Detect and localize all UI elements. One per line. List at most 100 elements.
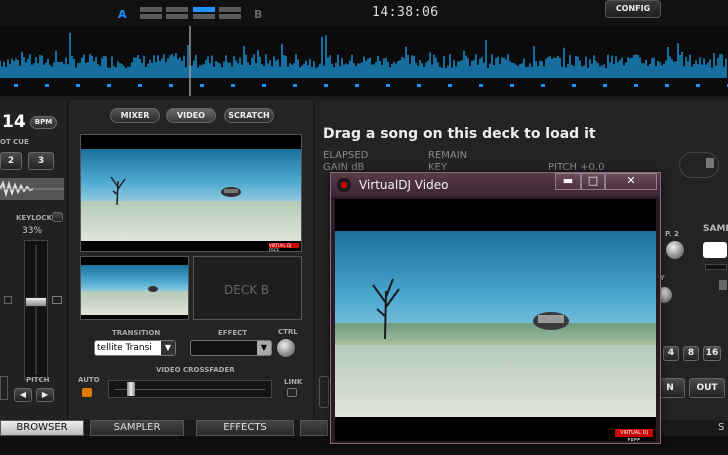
- transition-value: tellite Transi: [97, 343, 152, 353]
- clock: 14:38:06: [372, 5, 439, 20]
- video-window-title: VirtualDJ Video: [359, 178, 449, 192]
- deck-b-indicator[interactable]: B: [254, 8, 262, 21]
- waveform-graphic: [0, 26, 728, 96]
- lock-icon[interactable]: [706, 158, 714, 168]
- video-scene-graphic: [372, 278, 569, 340]
- page-button[interactable]: [140, 14, 162, 19]
- sampler-select[interactable]: [703, 242, 727, 258]
- beat-marker: [541, 84, 545, 87]
- transition-label: TRANSITION: [112, 329, 161, 337]
- beat-marker: [479, 84, 483, 87]
- minimize-button[interactable]: ▬: [555, 173, 581, 190]
- deck-a-indicator[interactable]: A: [118, 8, 127, 21]
- tab-video[interactable]: VIDEO: [166, 108, 216, 123]
- tab-scratch[interactable]: SCRATCH: [224, 108, 274, 123]
- pitch-bend-left-edge[interactable]: [0, 376, 8, 400]
- page-button[interactable]: [140, 7, 162, 12]
- deck-b-label: DECK B: [224, 283, 270, 297]
- p2-label: P. 2: [665, 230, 679, 238]
- keylock-label: KEYLOCK: [16, 214, 52, 222]
- waveform-peaks: [0, 32, 727, 78]
- bpm-button[interactable]: BPM: [30, 116, 57, 129]
- config-button[interactable]: CONFIG: [605, 0, 661, 18]
- ctrl-label: CTRL: [278, 328, 298, 336]
- tab-more[interactable]: [300, 420, 328, 436]
- pitch-label: PITCH: [26, 376, 50, 384]
- elapsed-label: ELAPSED: [323, 150, 369, 161]
- tab-mixer[interactable]: MIXER: [110, 108, 160, 123]
- pitch-reset-icon[interactable]: [52, 296, 62, 304]
- hotcue-2-button[interactable]: 2: [0, 152, 22, 170]
- loop-8-button[interactable]: 8: [683, 346, 699, 361]
- tab-browser[interactable]: BROWSER: [0, 420, 84, 436]
- beat-marker: [200, 84, 204, 87]
- loop-4-button[interactable]: 4: [663, 346, 679, 361]
- page-button[interactable]: [166, 14, 188, 19]
- beat-marker: [45, 84, 49, 87]
- auto-label: AUTO: [78, 376, 100, 384]
- tab-effects[interactable]: EFFECTS: [196, 420, 294, 436]
- vdj-logo: VIRTUAL DJ FREE: [269, 243, 299, 251]
- beat-marker: [138, 84, 142, 87]
- transition-select[interactable]: tellite Transi ▼: [94, 340, 176, 356]
- loop-out-button[interactable]: OUT: [689, 378, 725, 398]
- remain-label: REMAIN: [428, 150, 468, 161]
- page-button-active[interactable]: [193, 7, 215, 12]
- pitch-bend-up-button[interactable]: ▶: [36, 388, 54, 402]
- page-button[interactable]: [166, 7, 188, 12]
- load-prompt: Drag a song on this deck to load it: [323, 126, 596, 142]
- ctrl-knob[interactable]: [276, 338, 296, 358]
- pitch-slider-track[interactable]: [24, 240, 48, 380]
- page-button[interactable]: [219, 14, 241, 19]
- p2-knob[interactable]: [665, 240, 685, 260]
- beat-marker: [510, 84, 514, 87]
- pitch-bend-edge[interactable]: [319, 376, 329, 408]
- keylock-toggle[interactable]: [52, 212, 63, 222]
- virtualdj-app: A B 14:38:06 CONFIG 14 BPM OT CUE 2 3 KE…: [0, 0, 728, 455]
- beat-marker: [634, 84, 638, 87]
- beat-marker: [417, 84, 421, 87]
- samp-label: SAMP: [703, 224, 728, 234]
- crossfader-groove: [115, 389, 265, 390]
- page-button[interactable]: [193, 14, 215, 19]
- video-crossfader[interactable]: [108, 380, 272, 398]
- lock-icon[interactable]: [4, 296, 12, 304]
- video-mixer-panel: MIXER VIDEO SCRATCH VIRTUAL DJ FREE DECK…: [68, 100, 313, 420]
- deck-b-video-preview[interactable]: DECK B: [193, 256, 302, 320]
- link-lock-icon[interactable]: [287, 388, 297, 397]
- video-output-preview[interactable]: VIRTUAL DJ FREE: [80, 134, 302, 252]
- page-button[interactable]: [219, 7, 241, 12]
- effect-select[interactable]: ▼: [190, 340, 272, 356]
- vdj-logo: VIRTUAL DJ FREE: [615, 429, 653, 441]
- left-deck-panel: 14 BPM OT CUE 2 3 KEYLOCK 33% PITCH ◀ ▶: [0, 100, 68, 420]
- waveform-overview[interactable]: [0, 26, 728, 96]
- effect-label: EFFECT: [218, 329, 248, 337]
- beat-marker: [324, 84, 328, 87]
- sampler-lock-icon[interactable]: [719, 280, 727, 290]
- beat-marker: [448, 84, 452, 87]
- deck-a-video-preview[interactable]: [80, 256, 189, 320]
- pitch-slider-handle[interactable]: [25, 297, 47, 307]
- video-window-titlebar[interactable]: VirtualDJ Video ▬ □ ✕: [331, 173, 660, 197]
- close-button[interactable]: ✕: [605, 173, 657, 190]
- link-label: LINK: [284, 378, 303, 386]
- beat-marker: [572, 84, 576, 87]
- video-window-output[interactable]: VIRTUAL DJ FREE: [335, 199, 656, 441]
- chevron-down-icon[interactable]: ▼: [257, 341, 271, 355]
- hotcue-3-button[interactable]: 3: [28, 152, 54, 170]
- loop-16-button[interactable]: 16: [703, 346, 721, 361]
- video-scene-graphic: [148, 286, 158, 292]
- auto-lock-icon[interactable]: [82, 388, 92, 397]
- chevron-down-icon[interactable]: ▼: [161, 341, 175, 355]
- bpm-value: 14: [2, 112, 26, 132]
- mini-waveform[interactable]: [0, 178, 64, 200]
- tab-sampler[interactable]: SAMPLER: [90, 420, 184, 436]
- slider-groove: [35, 245, 37, 375]
- beat-marker: [107, 84, 111, 87]
- pitch-bend-down-button[interactable]: ◀: [14, 388, 32, 402]
- crossfader-handle[interactable]: [127, 382, 135, 396]
- maximize-button[interactable]: □: [581, 173, 605, 190]
- beat-marker: [386, 84, 390, 87]
- sampler-volume[interactable]: [705, 264, 727, 270]
- beat-marker: [231, 84, 235, 87]
